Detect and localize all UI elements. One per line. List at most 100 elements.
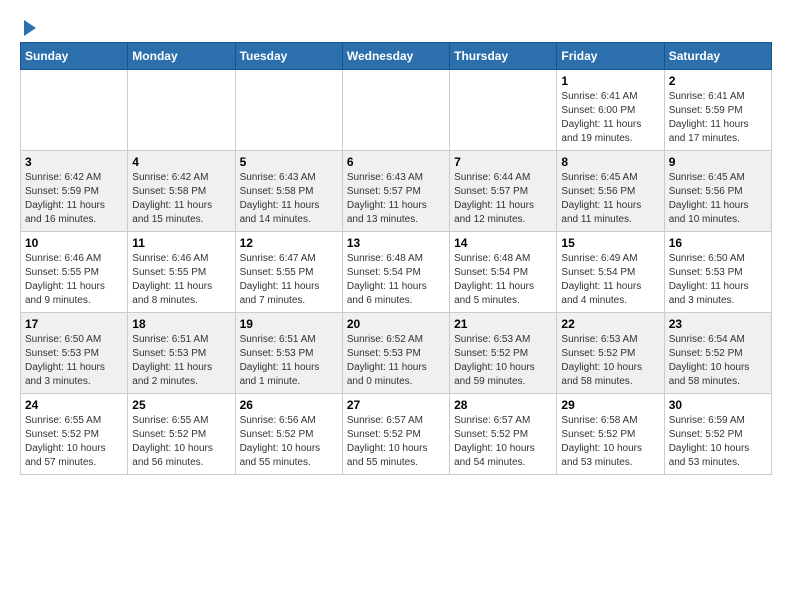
calendar-cell — [342, 70, 449, 151]
day-number: 25 — [132, 398, 230, 412]
day-info: Sunrise: 6:51 AM Sunset: 5:53 PM Dayligh… — [132, 333, 230, 389]
calendar-cell: 7 Sunrise: 6:44 AM Sunset: 5:57 PM Daylig… — [450, 151, 557, 232]
day-number: 10 — [25, 236, 123, 250]
calendar-cell: 20 Sunrise: 6:52 AM Sunset: 5:53 PM Dayli… — [342, 313, 449, 394]
calendar-cell: 19 Sunrise: 6:51 AM Sunset: 5:53 PM Dayli… — [235, 313, 342, 394]
calendar-cell: 15 Sunrise: 6:49 AM Sunset: 5:54 PM Dayli… — [557, 232, 664, 313]
day-number: 28 — [454, 398, 552, 412]
day-info: Sunrise: 6:47 AM Sunset: 5:55 PM Dayligh… — [240, 252, 338, 308]
day-info: Sunrise: 6:50 AM Sunset: 5:53 PM Dayligh… — [669, 252, 767, 308]
day-number: 1 — [561, 74, 659, 88]
calendar-cell: 2 Sunrise: 6:41 AM Sunset: 5:59 PM Daylig… — [664, 70, 771, 151]
day-number: 20 — [347, 317, 445, 331]
day-info: Sunrise: 6:57 AM Sunset: 5:52 PM Dayligh… — [454, 414, 552, 470]
day-info: Sunrise: 6:45 AM Sunset: 5:56 PM Dayligh… — [669, 171, 767, 227]
calendar-cell: 23 Sunrise: 6:54 AM Sunset: 5:52 PM Dayli… — [664, 313, 771, 394]
day-info: Sunrise: 6:46 AM Sunset: 5:55 PM Dayligh… — [25, 252, 123, 308]
calendar-cell: 14Sunrise: 6:48 AM Sunset: 5:54 PM Dayli… — [450, 232, 557, 313]
day-number: 3 — [25, 155, 123, 169]
day-info: Sunrise: 6:41 AM Sunset: 5:59 PM Dayligh… — [669, 90, 767, 146]
day-number: 9 — [669, 155, 767, 169]
day-info: Sunrise: 6:48 AM Sunset: 5:54 PM Dayligh… — [347, 252, 445, 308]
calendar-table: SundayMondayTuesdayWednesdayThursdayFrid… — [20, 42, 772, 475]
calendar-cell: 18Sunrise: 6:51 AM Sunset: 5:53 PM Dayli… — [128, 313, 235, 394]
weekday-header: Friday — [557, 43, 664, 70]
calendar-cell: 11 Sunrise: 6:46 AM Sunset: 5:55 PM Dayli… — [128, 232, 235, 313]
calendar-cell: 3Sunrise: 6:42 AM Sunset: 5:59 PM Daylig… — [21, 151, 128, 232]
calendar-cell: 22 Sunrise: 6:53 AM Sunset: 5:52 PM Dayli… — [557, 313, 664, 394]
day-number: 23 — [669, 317, 767, 331]
logo — [20, 20, 36, 32]
day-info: Sunrise: 6:59 AM Sunset: 5:52 PM Dayligh… — [669, 414, 767, 470]
calendar-week-row: 10 Sunrise: 6:46 AM Sunset: 5:55 PM Dayli… — [21, 232, 772, 313]
day-info: Sunrise: 6:43 AM Sunset: 5:57 PM Dayligh… — [347, 171, 445, 227]
calendar-cell: 6 Sunrise: 6:43 AM Sunset: 5:57 PM Daylig… — [342, 151, 449, 232]
calendar-cell — [128, 70, 235, 151]
weekday-header: Tuesday — [235, 43, 342, 70]
day-number: 11 — [132, 236, 230, 250]
day-info: Sunrise: 6:52 AM Sunset: 5:53 PM Dayligh… — [347, 333, 445, 389]
calendar-cell: 27 Sunrise: 6:57 AM Sunset: 5:52 PM Dayli… — [342, 394, 449, 475]
day-info: Sunrise: 6:55 AM Sunset: 5:52 PM Dayligh… — [132, 414, 230, 470]
day-number: 4 — [132, 155, 230, 169]
calendar-cell: 12 Sunrise: 6:47 AM Sunset: 5:55 PM Dayli… — [235, 232, 342, 313]
day-number: 15 — [561, 236, 659, 250]
day-number: 21 — [454, 317, 552, 331]
day-info: Sunrise: 6:55 AM Sunset: 5:52 PM Dayligh… — [25, 414, 123, 470]
calendar-cell: 4 Sunrise: 6:42 AM Sunset: 5:58 PM Daylig… — [128, 151, 235, 232]
calendar-cell: 9 Sunrise: 6:45 AM Sunset: 5:56 PM Daylig… — [664, 151, 771, 232]
calendar-week-row: 3Sunrise: 6:42 AM Sunset: 5:59 PM Daylig… — [21, 151, 772, 232]
weekday-header: Saturday — [664, 43, 771, 70]
day-number: 24 — [25, 398, 123, 412]
day-number: 7 — [454, 155, 552, 169]
day-number: 5 — [240, 155, 338, 169]
day-info: Sunrise: 6:56 AM Sunset: 5:52 PM Dayligh… — [240, 414, 338, 470]
calendar-cell — [21, 70, 128, 151]
weekday-header: Thursday — [450, 43, 557, 70]
day-info: Sunrise: 6:53 AM Sunset: 5:52 PM Dayligh… — [454, 333, 552, 389]
calendar-cell: 21 Sunrise: 6:53 AM Sunset: 5:52 PM Dayli… — [450, 313, 557, 394]
calendar-cell: 8Sunrise: 6:45 AM Sunset: 5:56 PM Daylig… — [557, 151, 664, 232]
day-number: 2 — [669, 74, 767, 88]
day-number: 14 — [454, 236, 552, 250]
calendar-cell: 16 Sunrise: 6:50 AM Sunset: 5:53 PM Dayli… — [664, 232, 771, 313]
day-number: 6 — [347, 155, 445, 169]
day-number: 16 — [669, 236, 767, 250]
calendar-cell: 10 Sunrise: 6:46 AM Sunset: 5:55 PM Dayli… — [21, 232, 128, 313]
weekday-header: Wednesday — [342, 43, 449, 70]
calendar-cell: 29 Sunrise: 6:58 AM Sunset: 5:52 PM Dayli… — [557, 394, 664, 475]
calendar-week-row: 17 Sunrise: 6:50 AM Sunset: 5:53 PM Dayli… — [21, 313, 772, 394]
day-info: Sunrise: 6:49 AM Sunset: 5:54 PM Dayligh… — [561, 252, 659, 308]
weekday-header: Monday — [128, 43, 235, 70]
day-number: 27 — [347, 398, 445, 412]
calendar-cell: 1 Sunrise: 6:41 AM Sunset: 6:00 PM Daylig… — [557, 70, 664, 151]
day-number: 19 — [240, 317, 338, 331]
calendar-cell: 17 Sunrise: 6:50 AM Sunset: 5:53 PM Dayli… — [21, 313, 128, 394]
calendar-week-row: 24 Sunrise: 6:55 AM Sunset: 5:52 PM Dayli… — [21, 394, 772, 475]
day-info: Sunrise: 6:50 AM Sunset: 5:53 PM Dayligh… — [25, 333, 123, 389]
day-info: Sunrise: 6:42 AM Sunset: 5:58 PM Dayligh… — [132, 171, 230, 227]
day-number: 12 — [240, 236, 338, 250]
weekday-header: Sunday — [21, 43, 128, 70]
calendar-cell: 24 Sunrise: 6:55 AM Sunset: 5:52 PM Dayli… — [21, 394, 128, 475]
logo-arrow-icon — [24, 20, 36, 36]
day-info: Sunrise: 6:44 AM Sunset: 5:57 PM Dayligh… — [454, 171, 552, 227]
calendar-cell: 26 Sunrise: 6:56 AM Sunset: 5:52 PM Dayli… — [235, 394, 342, 475]
page-header — [20, 20, 772, 32]
day-info: Sunrise: 6:41 AM Sunset: 6:00 PM Dayligh… — [561, 90, 659, 146]
day-info: Sunrise: 6:57 AM Sunset: 5:52 PM Dayligh… — [347, 414, 445, 470]
calendar-cell: 25 Sunrise: 6:55 AM Sunset: 5:52 PM Dayli… — [128, 394, 235, 475]
day-number: 26 — [240, 398, 338, 412]
calendar-cell: 30 Sunrise: 6:59 AM Sunset: 5:52 PM Dayli… — [664, 394, 771, 475]
day-info: Sunrise: 6:53 AM Sunset: 5:52 PM Dayligh… — [561, 333, 659, 389]
day-number: 22 — [561, 317, 659, 331]
day-info: Sunrise: 6:45 AM Sunset: 5:56 PM Dayligh… — [561, 171, 659, 227]
day-number: 17 — [25, 317, 123, 331]
day-info: Sunrise: 6:58 AM Sunset: 5:52 PM Dayligh… — [561, 414, 659, 470]
day-number: 30 — [669, 398, 767, 412]
day-info: Sunrise: 6:46 AM Sunset: 5:55 PM Dayligh… — [132, 252, 230, 308]
day-info: Sunrise: 6:51 AM Sunset: 5:53 PM Dayligh… — [240, 333, 338, 389]
day-info: Sunrise: 6:54 AM Sunset: 5:52 PM Dayligh… — [669, 333, 767, 389]
calendar-cell: 28 Sunrise: 6:57 AM Sunset: 5:52 PM Dayli… — [450, 394, 557, 475]
day-number: 29 — [561, 398, 659, 412]
